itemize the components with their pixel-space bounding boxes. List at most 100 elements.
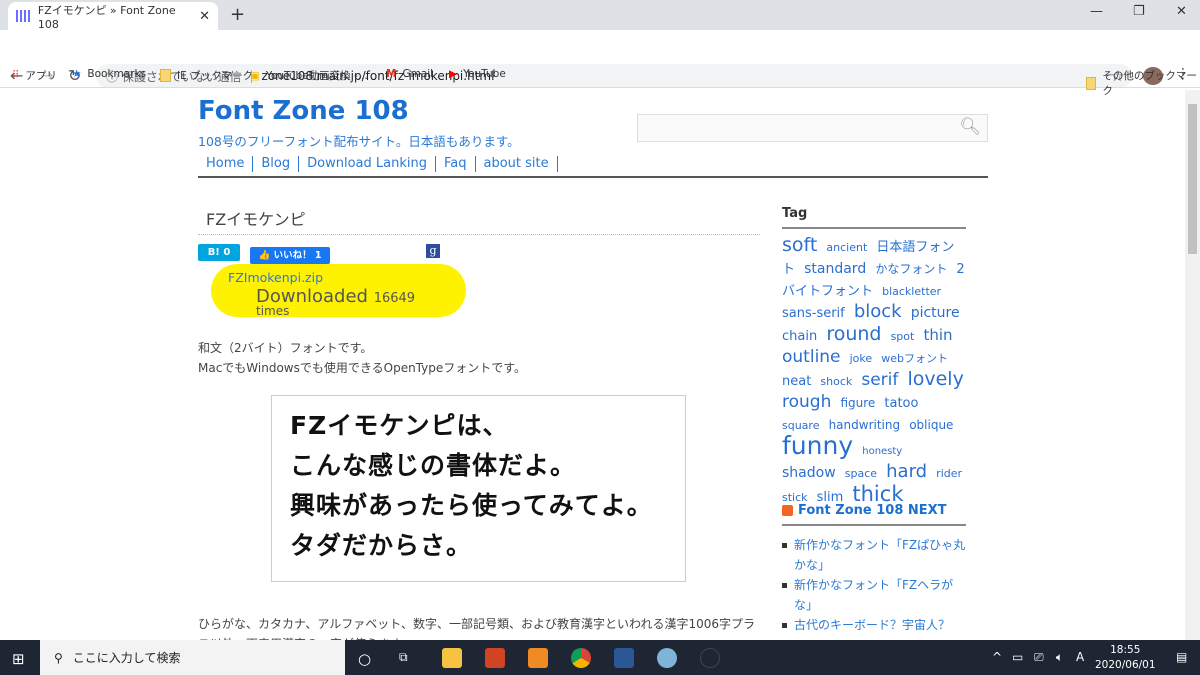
tag-link[interactable]: standard: [804, 261, 866, 277]
tag-link[interactable]: space: [845, 467, 877, 480]
toolbar: ← → ↻ ⓘ 保護されていない通信 | zone108.main.jp/fon…: [0, 30, 1200, 88]
powerpoint-icon[interactable]: [485, 648, 505, 668]
nav-blog[interactable]: Blog: [253, 156, 300, 172]
tab-strip: FZイモケンピ » Font Zone 108 ✕ + — ❐ ✕: [0, 0, 1200, 31]
nav-home[interactable]: Home: [198, 156, 254, 172]
tag-link[interactable]: sans-serif: [782, 306, 845, 321]
app-icon[interactable]: [700, 648, 720, 668]
ime-indicator[interactable]: A: [1076, 650, 1084, 664]
new-tab-button[interactable]: +: [230, 4, 245, 25]
web-page: Font Zone 108 108号のフリーフォント配布サイト。日本語もあります…: [0, 90, 1185, 640]
tag-link[interactable]: serif: [861, 370, 898, 390]
tag-link[interactable]: webフォント: [881, 352, 948, 365]
show-hidden-icons[interactable]: ^: [992, 650, 1002, 664]
search-icon[interactable]: 🔍︎: [959, 117, 981, 137]
tag-link[interactable]: blackletter: [882, 285, 941, 298]
clock[interactable]: 18:55 2020/06/01: [1095, 643, 1156, 673]
tag-link[interactable]: joke: [850, 352, 873, 365]
nav-download-lanking[interactable]: Download Lanking: [299, 156, 436, 172]
taskbar-search[interactable]: ⚲ ここに入力して検索: [40, 640, 345, 675]
tag-heading: Tag: [782, 206, 966, 229]
tag-link[interactable]: soft: [782, 234, 817, 256]
tag-link[interactable]: honesty: [862, 446, 902, 457]
youtube-icon: ▶: [449, 68, 458, 80]
tag-link[interactable]: spot: [891, 330, 915, 343]
bookmark-youtube[interactable]: ▶ YouTube: [449, 68, 506, 80]
next-item[interactable]: 新作かなフォント「FZぱひゃ丸かな」: [782, 535, 966, 575]
tag-link[interactable]: round: [826, 323, 881, 345]
bookmark-youtube-convert[interactable]: ▣ YouTube動画変換 -...: [250, 68, 368, 83]
tag-link[interactable]: rider: [936, 467, 962, 480]
hatena-bookmark-button[interactable]: B! 0: [198, 244, 240, 261]
tag-link[interactable]: rough: [782, 392, 831, 412]
tag-link[interactable]: hard: [886, 461, 927, 482]
tag-link[interactable]: figure: [840, 396, 875, 410]
task-view-icon[interactable]: ⧉: [399, 650, 408, 665]
site-search-input[interactable]: 🔍︎: [637, 114, 988, 142]
next-list: 新作かなフォント「FZぱひゃ丸かな」 新作かなフォント「FZヘラがな」 古代のキ…: [782, 535, 966, 635]
word-icon[interactable]: [614, 648, 634, 668]
tag-link[interactable]: handwriting: [829, 418, 901, 432]
scrollbar[interactable]: [1185, 90, 1200, 640]
bookmark-gmail[interactable]: M Gmail: [386, 68, 433, 80]
folder-icon: [160, 69, 171, 82]
google-icon[interactable]: g: [426, 244, 440, 258]
close-window-button[interactable]: ✕: [1176, 4, 1187, 19]
search-icon: ⚲: [54, 650, 63, 665]
paint-icon[interactable]: [657, 648, 677, 668]
tag-link[interactable]: かなフォント: [875, 262, 947, 276]
apps-grid-icon: ⠿: [12, 70, 20, 81]
next-item[interactable]: 新作かなフォント「FZヘラがな」: [782, 575, 966, 615]
global-nav: Home Blog Download Lanking Faq about sit…: [198, 156, 988, 178]
network-icon[interactable]: ⎚: [1034, 650, 1044, 665]
close-tab-icon[interactable]: ✕: [199, 9, 210, 24]
bookmark-ie[interactable]: IE ブックマーク: [160, 68, 253, 83]
tag-link[interactable]: lovely: [907, 368, 963, 390]
site-tagline: 108号のフリーフォント配布サイト。日本語もあります。: [198, 134, 520, 149]
bookmarks-bar: ⠿ アプリ ★ Bookmarks IE ブックマーク ▣ YouTube動画変換 -…: [0, 62, 1200, 97]
chrome-icon[interactable]: [571, 648, 591, 668]
tag-link[interactable]: block: [854, 301, 902, 322]
maximize-button[interactable]: ❐: [1133, 4, 1145, 19]
rss-icon: [782, 505, 793, 516]
font-sample-image: FZイモケンピは、 こんな感じの書体だよ。 興味があったら使ってみてよ。 タダだからさ…: [271, 395, 686, 582]
tab-active[interactable]: FZイモケンピ » Font Zone 108 ✕: [8, 2, 218, 31]
tab-title: FZイモケンピ » Font Zone 108: [37, 3, 176, 31]
tag-link[interactable]: funny: [782, 431, 853, 460]
next-heading[interactable]: Font Zone 108 NEXT: [782, 503, 966, 526]
taskbar: ⊞ ⚲ ここに入力して検索 ○ ⧉ ^ ▭ ⎚ 🔈︎ A 18:55 2020/06…: [0, 640, 1200, 675]
tag-link[interactable]: chain: [782, 329, 817, 344]
scrollbar-thumb[interactable]: [1188, 104, 1197, 254]
tag-link[interactable]: oblique: [909, 418, 953, 432]
download-button[interactable]: FZImokenpi.zip Downloaded 16649 times: [211, 264, 466, 318]
tag-link[interactable]: neat: [782, 374, 811, 389]
media-player-icon[interactable]: [528, 648, 548, 668]
nav-faq[interactable]: Faq: [436, 156, 476, 172]
gmail-icon: M: [386, 68, 397, 80]
post-description: 和文（2バイト）フォントです。 MacでもWindowsでも使用できるOpenT…: [198, 341, 527, 375]
bookmark-apps[interactable]: ⠿ アプリ: [12, 68, 57, 83]
file-explorer-icon[interactable]: [442, 648, 462, 668]
bookmark-bookmarks[interactable]: ★ Bookmarks: [72, 68, 146, 80]
volume-icon[interactable]: 🔈︎: [1056, 650, 1063, 665]
tag-cloud: soft ancient 日本語フォント standard かなフォント 2バイ…: [782, 235, 968, 508]
site-title[interactable]: Font Zone 108: [198, 96, 409, 126]
tag-link[interactable]: thin: [923, 326, 952, 344]
next-item[interactable]: 古代のキーボード？宇宙人？: [782, 615, 966, 635]
notifications-icon[interactable]: ▤: [1176, 650, 1187, 664]
windows-start-icon[interactable]: ⊞: [12, 650, 25, 668]
download-unit: times: [256, 304, 290, 318]
minimize-button[interactable]: —: [1090, 4, 1103, 19]
tag-link[interactable]: tatoo: [884, 396, 918, 411]
tag-link[interactable]: picture: [911, 305, 960, 321]
facebook-like-button[interactable]: 👍 いいね！ 1: [250, 247, 330, 264]
cortana-icon[interactable]: ○: [358, 650, 371, 668]
tag-link[interactable]: shadow: [782, 465, 836, 481]
tag-link[interactable]: shock: [820, 375, 852, 388]
battery-icon[interactable]: ▭: [1012, 650, 1023, 664]
tag-link[interactable]: ancient: [826, 241, 867, 254]
nav-about[interactable]: about site: [476, 156, 558, 172]
download-filename: FZImokenpi.zip: [228, 270, 324, 285]
tag-link[interactable]: outline: [782, 347, 841, 367]
star-icon: ★: [72, 68, 82, 80]
